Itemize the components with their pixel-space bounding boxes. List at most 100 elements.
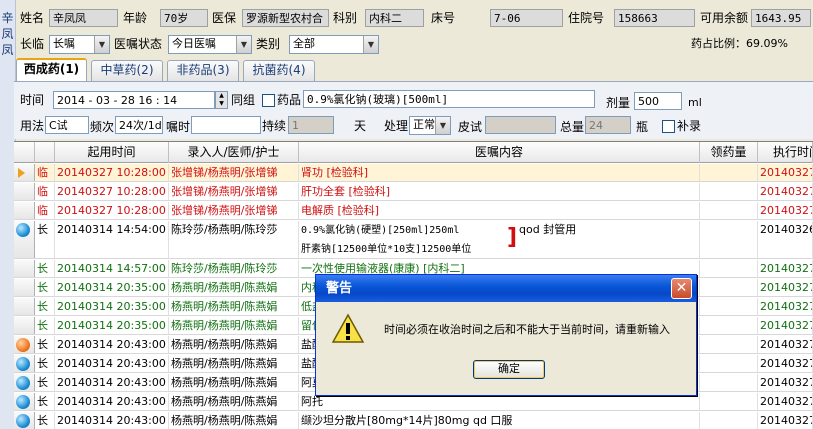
tab-non-drug[interactable]: 非药品(3) <box>167 60 239 81</box>
cell-type: 长 <box>35 317 55 334</box>
cell-start-time: 20140314 20:43:00 <box>55 393 169 410</box>
cell-exec-time: 20140327 <box>760 317 813 334</box>
category-label: 类别 <box>256 37 281 51</box>
chevron-down-icon[interactable]: ▼ <box>363 36 378 53</box>
entrust-input[interactable] <box>191 116 261 134</box>
drug-ratio: 药占比例：69.09% <box>691 37 788 50</box>
dose-input[interactable]: 500 <box>634 92 682 110</box>
term-select[interactable]: 长嘱 ▼ <box>49 35 110 54</box>
row-indicator[interactable] <box>14 298 35 315</box>
chevron-down-icon[interactable]: ▼ <box>236 36 251 53</box>
table-row[interactable]: 长 20140314 14:54:00 陈玲莎/杨燕明/陈玲莎 0.9%氯化钠(硬塑)… <box>14 221 813 259</box>
cell-type: 长 <box>35 298 55 315</box>
cell-exec-time: 20140327 <box>760 355 813 372</box>
row-indicator[interactable] <box>14 412 35 429</box>
cell-type: 临 <box>35 183 55 200</box>
row-indicator[interactable] <box>14 221 35 258</box>
category-select[interactable]: 全部 ▼ <box>289 35 379 54</box>
handle-value: 正常 <box>413 118 435 131</box>
duration-input[interactable]: 1 <box>288 116 334 134</box>
cell-dispense <box>700 164 758 181</box>
tab-herbal-medicine[interactable]: 中草药(2) <box>91 60 163 81</box>
content-line: 肝功全套 [检验科] <box>301 185 391 198</box>
supplement-checkbox[interactable] <box>662 120 675 133</box>
tab-antibiotic[interactable]: 抗菌药(4) <box>243 60 315 81</box>
time-spinner[interactable]: ▲ ▼ <box>215 91 228 109</box>
age-label: 年龄 <box>123 11 148 25</box>
row-indicator[interactable] <box>14 279 35 296</box>
warning-dialog: 警告 ✕ 时间必须在收治时间之后和不能大于当前时间，请重新输入 确定 <box>315 274 697 396</box>
entrust-label: 嘱时 <box>166 120 191 134</box>
cell-exec-time: 20140327 <box>760 412 813 429</box>
content-line: 肝素钠[12500单位*10支]12500单位 <box>301 244 472 255</box>
table-row[interactable]: 临 20140327 10:28:00 张增锑/杨燕明/张增锑 肾功 [检验科] 201… <box>14 164 813 182</box>
freq-input[interactable]: 24次/1d <box>115 116 163 134</box>
cell-start-time: 20140314 20:35:00 <box>55 279 169 296</box>
admission-label: 住院号 <box>568 11 605 25</box>
header-person[interactable]: 录入人/医师/护士 <box>169 142 299 163</box>
cell-person: 杨燕明/杨燕明/陈燕娟 <box>169 336 299 353</box>
row-indicator[interactable] <box>14 202 35 219</box>
total-label: 总量 <box>560 120 585 134</box>
insurance-label: 医保 <box>212 11 237 25</box>
cell-dispense <box>700 317 758 334</box>
cell-start-time: 20140327 10:28:00 <box>55 202 169 219</box>
row-indicator[interactable] <box>14 317 35 334</box>
cell-dispense <box>700 183 758 200</box>
chevron-down-icon[interactable]: ▼ <box>94 36 109 53</box>
table-row[interactable]: 临 20140327 10:28:00 张增锑/杨燕明/张增锑 肝功全套 [检验科] 2… <box>14 183 813 201</box>
supplement-label: 补录 <box>677 119 702 133</box>
header-exec-time[interactable]: 执行时间 <box>758 142 813 163</box>
cell-person: 陈玲莎/杨燕明/陈玲莎 <box>169 221 299 258</box>
cell-dispense <box>700 412 758 429</box>
cell-type: 临 <box>35 202 55 219</box>
drug-checkbox[interactable] <box>262 94 275 107</box>
ok-button[interactable]: 确定 <box>473 360 545 379</box>
category-value: 全部 <box>293 37 315 50</box>
tab-western-medicine[interactable]: 西成药(1) <box>16 58 87 82</box>
cell-person: 杨燕明/杨燕明/陈燕娟 <box>169 374 299 391</box>
table-row[interactable]: 长 20140314 20:43:00 杨燕明/杨燕明/陈燕娟 缬沙坦分散片[80mg… <box>14 412 813 429</box>
row-indicator[interactable] <box>14 260 35 277</box>
current-row-icon <box>18 168 25 178</box>
time-picker[interactable]: 2014 - 03 - 28 16 : 14 <box>53 91 215 109</box>
row-indicator[interactable] <box>14 393 35 410</box>
cell-dispense <box>700 393 758 410</box>
dialog-message: 时间必须在收治时间之后和不能大于当前时间，请重新输入 <box>384 323 670 336</box>
row-indicator[interactable] <box>14 355 35 372</box>
handle-select[interactable]: 正常 ▼ <box>409 116 451 135</box>
cell-person: 杨燕明/杨燕明/陈燕娟 <box>169 393 299 410</box>
bed-label: 床号 <box>431 11 456 25</box>
name-label: 姓名 <box>20 11 45 25</box>
usage-input[interactable]: C试 <box>45 116 89 134</box>
cell-dispense <box>700 336 758 353</box>
cell-start-time: 20140327 10:28:00 <box>55 164 169 181</box>
row-indicator[interactable] <box>14 336 35 353</box>
cell-content: 肝功全套 [检验科] <box>299 183 700 200</box>
cell-person: 张增锑/杨燕明/张增锑 <box>169 164 299 181</box>
row-indicator[interactable] <box>14 164 35 181</box>
dialog-title: 警告 <box>316 275 696 302</box>
cell-dispense <box>700 260 758 277</box>
bed-field: 7-06 <box>490 9 563 27</box>
blue-status-ball-icon <box>16 376 30 390</box>
cell-start-time: 20140314 20:35:00 <box>55 298 169 315</box>
cell-content: 0.9%氯化钠(硬塑)[250ml]250ml 肝素钠[12500单位*10支]1… <box>299 221 700 258</box>
header-content[interactable]: 医嘱内容 <box>299 142 700 163</box>
row-indicator[interactable] <box>14 183 35 200</box>
close-icon[interactable]: ✕ <box>671 278 692 299</box>
skintest-input[interactable] <box>485 116 556 134</box>
admission-field: 158663 <box>614 9 695 27</box>
cell-type: 长 <box>35 374 55 391</box>
cell-type: 长 <box>35 336 55 353</box>
cell-exec-time: 20140327 <box>760 279 813 296</box>
drug-input[interactable]: 0.9%氯化钠(玻璃)[500ml] <box>303 90 595 108</box>
total-input[interactable]: 24 <box>585 116 631 134</box>
chevron-down-icon[interactable]: ▼ <box>435 117 450 134</box>
header-start-time[interactable]: 起用时间 <box>55 142 169 163</box>
header-dispense[interactable]: 领药量 <box>700 142 758 163</box>
table-row[interactable]: 临 20140327 10:28:00 张增锑/杨燕明/张增锑 电解质 [检验科] 20… <box>14 202 813 220</box>
status-select[interactable]: 今日医嘱 ▼ <box>168 35 252 54</box>
dose-unit: ml <box>688 96 702 109</box>
row-indicator[interactable] <box>14 374 35 391</box>
